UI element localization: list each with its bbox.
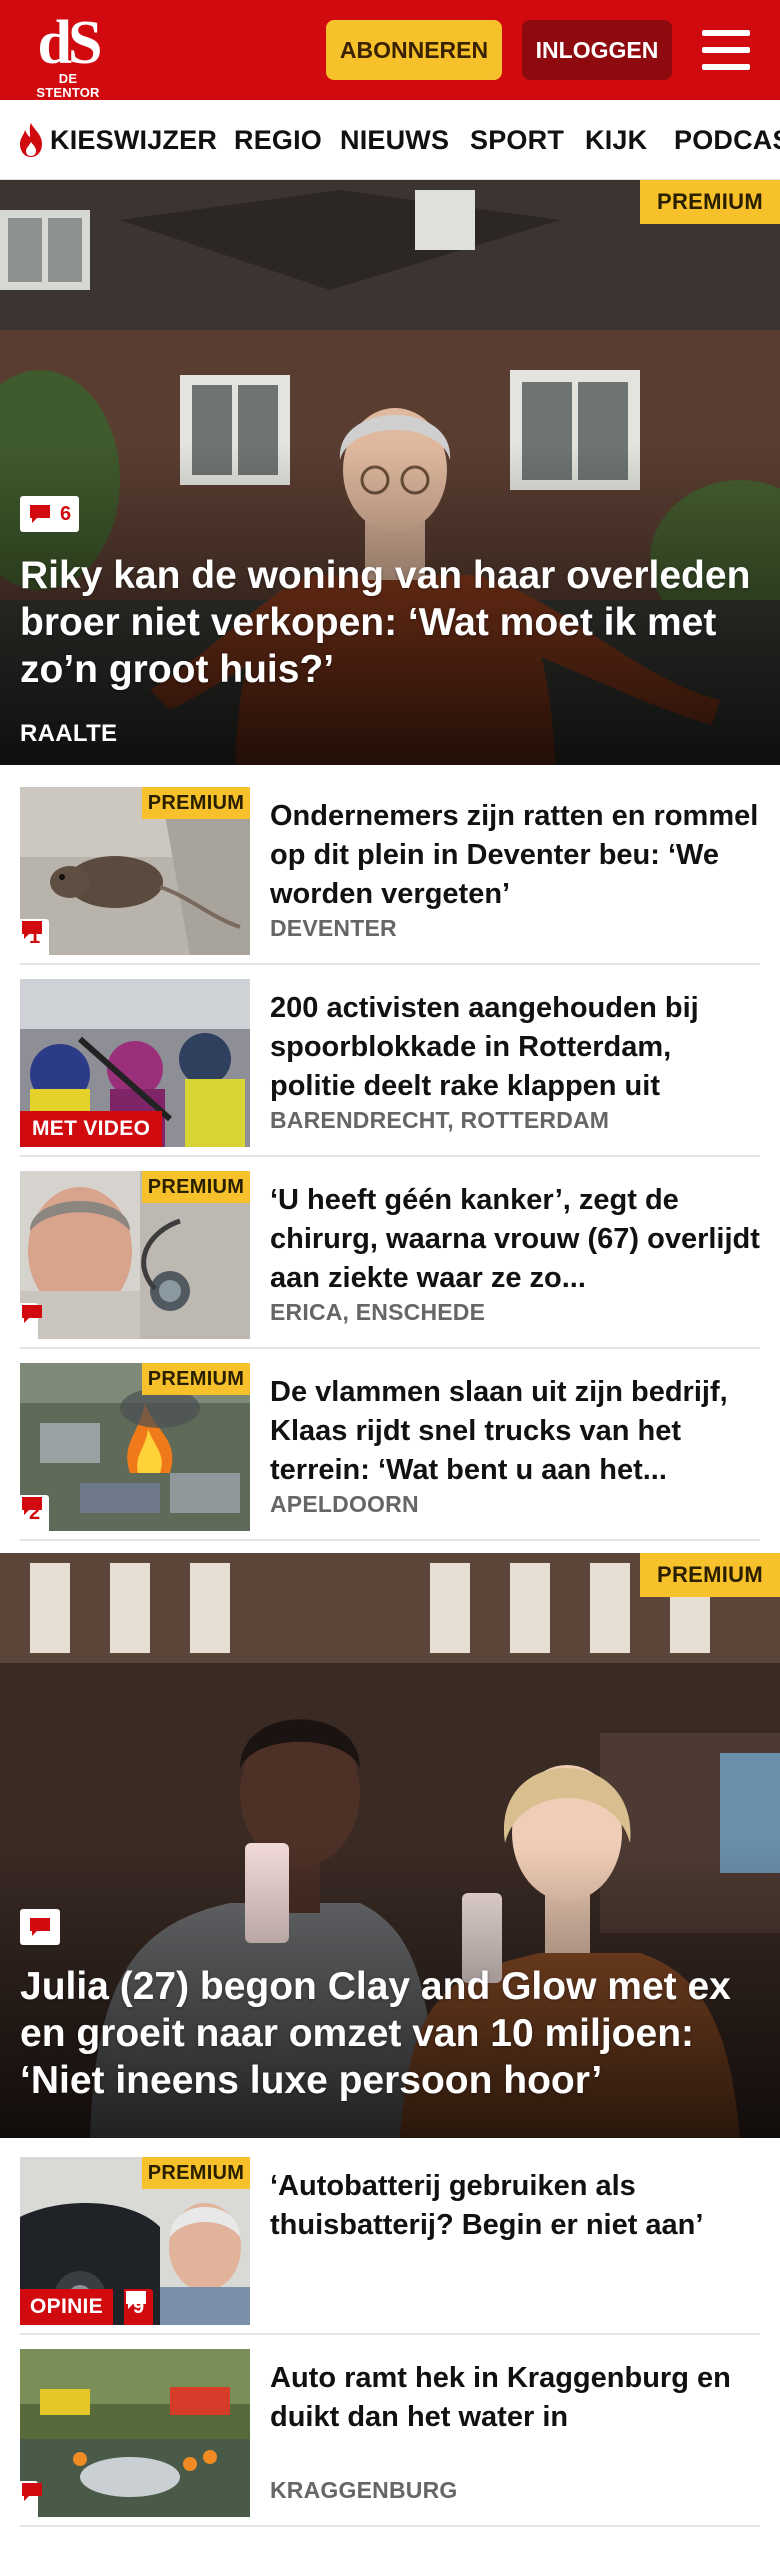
- section-nav: KIESWIJZER REGIO NIEUWS SPORT KIJK PODCA…: [0, 100, 780, 180]
- nav-item-regio[interactable]: REGIO: [234, 100, 322, 179]
- comment-count[interactable]: 9: [124, 2289, 154, 2325]
- article-thumbnail: PREMIUM 2: [20, 1363, 250, 1531]
- article-thumbnail: PREMIUM OPINIE 9: [20, 2157, 250, 2325]
- opinion-label: OPINIE: [20, 2289, 113, 2325]
- premium-badge: PREMIUM: [142, 2157, 250, 2189]
- article-thumbnail: PREMIUM 1: [20, 787, 250, 955]
- flame-icon: [20, 123, 42, 157]
- comment-icon: [22, 1305, 42, 1323]
- article-thumbnail: PREMIUM: [20, 1171, 250, 1339]
- comment-icon: [22, 2483, 42, 2501]
- article-thumbnail: [20, 2349, 250, 2517]
- premium-badge: PREMIUM: [142, 787, 250, 819]
- menu-icon[interactable]: [700, 24, 752, 76]
- article-region: BARENDRECHT, ROTTERDAM: [270, 1107, 610, 1133]
- comment-count[interactable]: 1: [20, 919, 50, 955]
- comment-icon: [126, 2291, 146, 2309]
- hero-article-1[interactable]: PREMIUM 6 Riky kan de woning van haar ov…: [0, 180, 780, 765]
- comment-count[interactable]: [20, 1909, 60, 1945]
- premium-badge: PREMIUM: [640, 1553, 780, 1597]
- hero-title[interactable]: Riky kan de woning van haar overleden br…: [20, 552, 756, 693]
- comment-icon: [30, 1918, 50, 1936]
- article-title[interactable]: 200 activisten aangehouden bij spoorblok…: [270, 989, 760, 1106]
- thumbnail-car-water: [20, 2349, 250, 2517]
- comment-count[interactable]: 6: [20, 496, 80, 532]
- top-bar: dS DE STENTOR ABONNEREN INLOGGEN: [0, 0, 780, 100]
- logo-mark: dS: [37, 9, 103, 77]
- premium-badge: PREMIUM: [142, 1171, 250, 1203]
- comment-count[interactable]: [20, 2481, 42, 2517]
- comment-count[interactable]: 2: [20, 1495, 50, 1531]
- nav-item-podcast[interactable]: PODCAS: [674, 100, 780, 179]
- article-region: DEVENTER: [270, 915, 397, 941]
- article-title[interactable]: ‘U heeft géén kanker’, zegt de chirurg, …: [270, 1181, 760, 1298]
- nav-item-kijk[interactable]: KIJK: [585, 100, 647, 179]
- article-title[interactable]: ‘Autobatterij gebruiken als thuisbatteri…: [270, 2167, 760, 2245]
- comment-count[interactable]: [20, 1303, 42, 1339]
- list-item[interactable]: Auto ramt hek in Kraggenburg en duikt da…: [20, 2337, 760, 2527]
- list-item[interactable]: PREMIUM OPINIE 9 ‘Autobatterij gebruiken…: [20, 2145, 760, 2335]
- article-title[interactable]: Ondernemers zijn ratten en rommel op dit…: [270, 797, 760, 914]
- hero-region: RAALTE: [20, 720, 118, 747]
- comment-icon: [22, 921, 42, 939]
- article-title[interactable]: Auto ramt hek in Kraggenburg en duikt da…: [270, 2359, 760, 2437]
- comment-icon: [22, 1497, 42, 1515]
- hero-title[interactable]: Julia (27) begon Clay and Glow met ex en…: [20, 1963, 756, 2104]
- subscribe-button[interactable]: ABONNEREN: [326, 20, 502, 80]
- list-item[interactable]: MET VIDEO 200 activisten aangehouden bij…: [20, 967, 760, 1157]
- article-title[interactable]: De vlammen slaan uit zijn bedrijf, Klaas…: [270, 1373, 760, 1490]
- video-label: MET VIDEO: [20, 1111, 163, 1147]
- list-item[interactable]: PREMIUM ‘U heeft géén kanker’, zegt de c…: [20, 1159, 760, 1349]
- article-thumbnail: MET VIDEO: [20, 979, 250, 1147]
- premium-badge: PREMIUM: [142, 1363, 250, 1395]
- list-item[interactable]: PREMIUM 2 De vlammen slaan uit zijn bedr…: [20, 1351, 760, 1541]
- premium-badge: PREMIUM: [640, 180, 780, 224]
- login-button[interactable]: INLOGGEN: [522, 20, 672, 80]
- article-region: KRAGGENBURG: [270, 2477, 458, 2503]
- article-region: ERICA, ENSCHEDE: [270, 1299, 486, 1325]
- nav-item-kieswijzer[interactable]: KIESWIJZER: [50, 100, 217, 179]
- hero-article-2[interactable]: PREMIUM Julia (27) begon Clay and Glow m…: [0, 1553, 780, 2138]
- comment-icon: [30, 505, 50, 523]
- logo[interactable]: dS DE STENTOR: [28, 9, 108, 100]
- nav-item-nieuws[interactable]: NIEUWS: [340, 100, 449, 179]
- list-item[interactable]: PREMIUM 1 Ondernemers zijn ratten en rom…: [20, 775, 760, 965]
- comment-count-value: 6: [60, 502, 72, 525]
- nav-item-sport[interactable]: SPORT: [470, 100, 564, 179]
- article-region: APELDOORN: [270, 1491, 419, 1517]
